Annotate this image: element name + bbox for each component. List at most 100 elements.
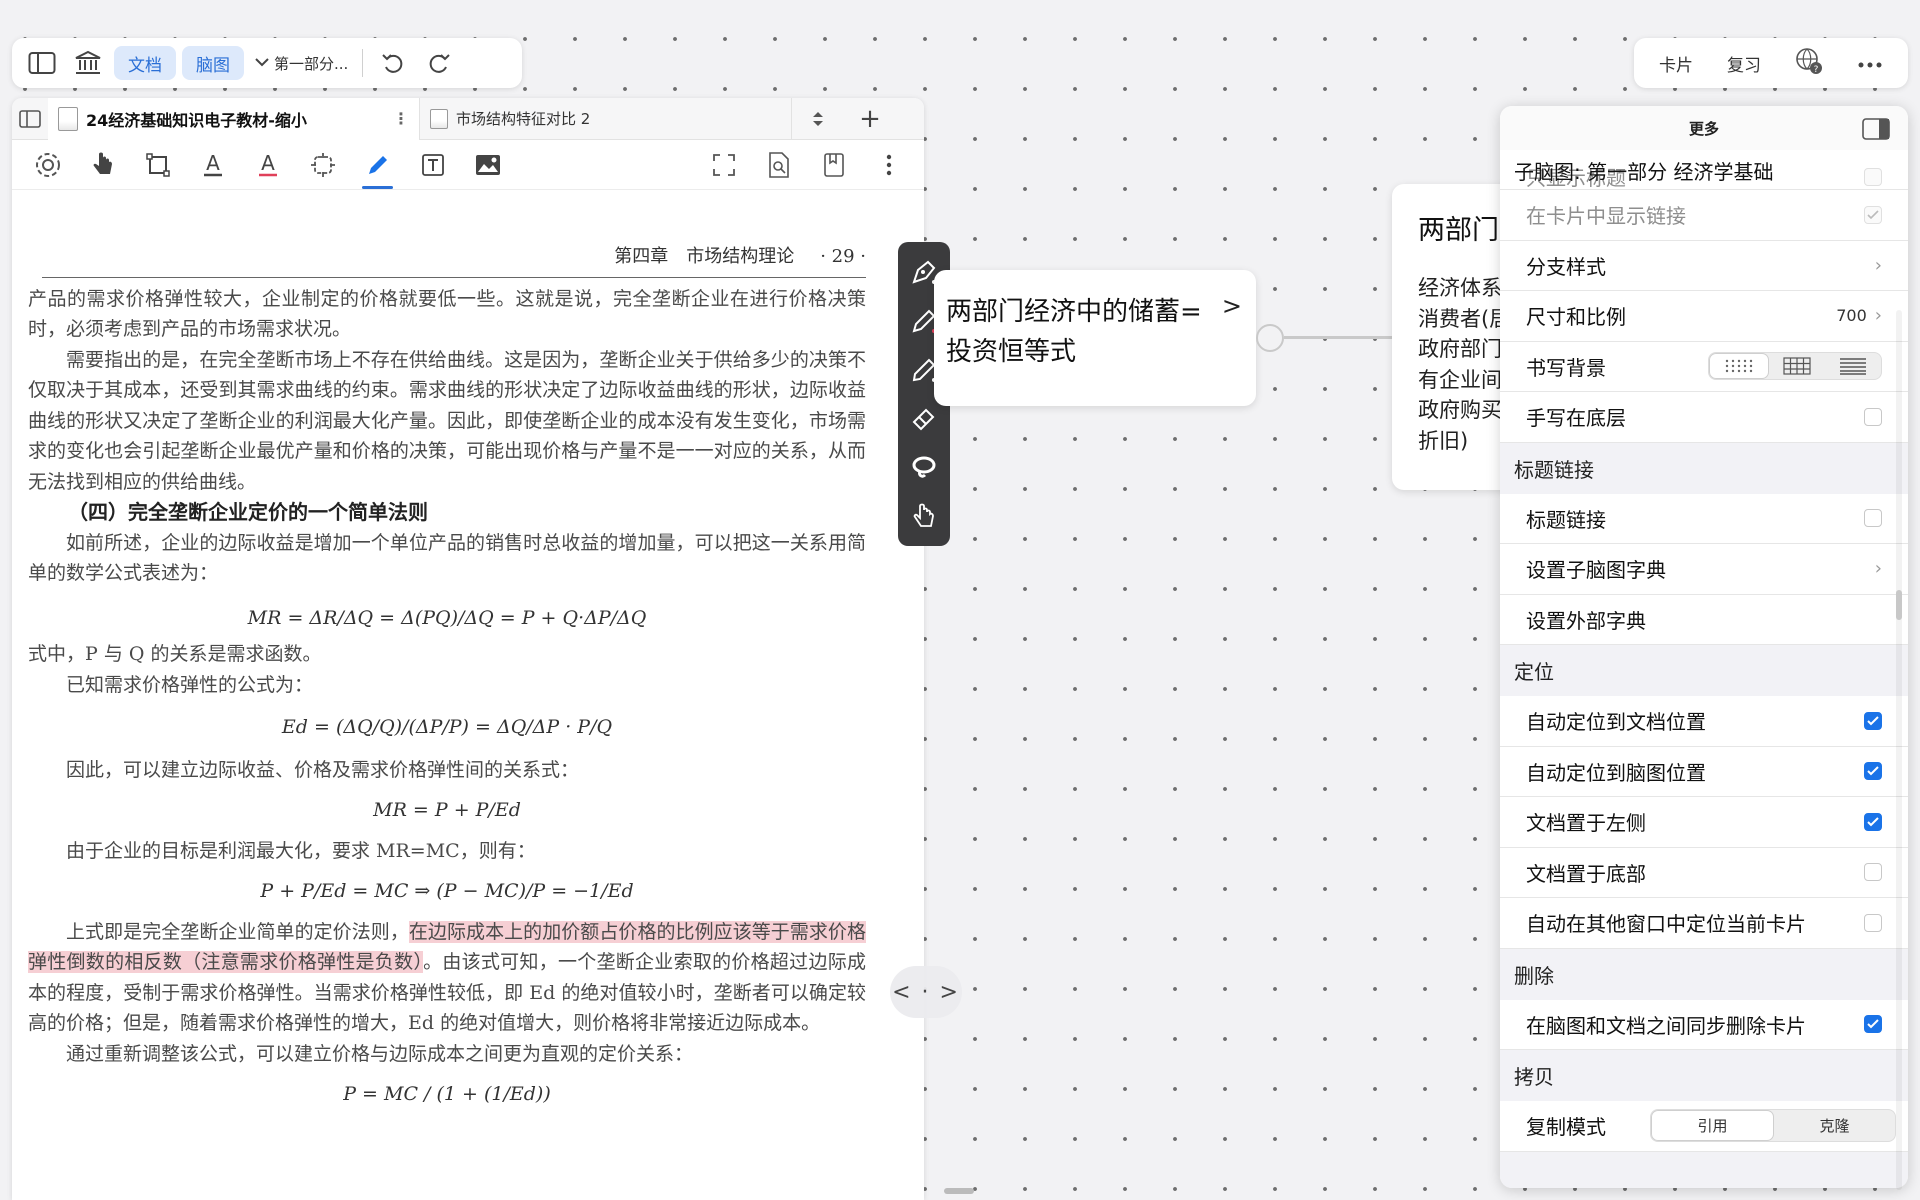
row-locate-other-windows[interactable]: 自动在其他窗口中定位当前卡片 bbox=[1500, 898, 1908, 949]
tab-menu-icon[interactable]: ⋮ bbox=[393, 109, 409, 128]
card-button[interactable]: 卡片 bbox=[1659, 51, 1693, 76]
row-doc-bottom[interactable]: 文档置于底部 bbox=[1500, 847, 1908, 898]
row-label: 自动在其他窗口中定位当前卡片 bbox=[1526, 912, 1806, 937]
row-sync-delete[interactable]: 在脑图和文档之间同步删除卡片 bbox=[1500, 999, 1908, 1050]
bookmark-icon[interactable] bbox=[806, 143, 861, 187]
search-document-icon[interactable] bbox=[751, 143, 806, 187]
eraser-icon[interactable] bbox=[904, 398, 944, 438]
checkbox-checked[interactable] bbox=[1864, 762, 1882, 781]
more-options-icon[interactable] bbox=[1857, 54, 1883, 73]
settings-icon[interactable] bbox=[20, 143, 75, 187]
file-thumbnail-icon bbox=[58, 106, 78, 131]
document-panel: 24经济基础知识电子教材-缩小 ⋮ 市场结构特征对比 2 + A A 第四章 市… bbox=[12, 98, 924, 1200]
pen-tool-icon[interactable] bbox=[350, 143, 405, 189]
web-help-icon[interactable]: ? bbox=[1795, 47, 1823, 79]
row-label: 自动定位到脑图位置 bbox=[1526, 760, 1706, 785]
fullscreen-icon[interactable] bbox=[696, 143, 751, 187]
panel-title: 更多 bbox=[1688, 119, 1719, 138]
text-box-icon[interactable] bbox=[405, 143, 460, 187]
group-copy: 拷贝 bbox=[1514, 1065, 1554, 1089]
undo-icon[interactable] bbox=[373, 43, 413, 83]
add-tab-icon[interactable]: + bbox=[844, 104, 896, 134]
tab-document-1[interactable]: 24经济基础知识电子教材-缩小 ⋮ bbox=[48, 98, 420, 140]
row-external-dictionary[interactable]: 设置外部字典 bbox=[1500, 594, 1908, 645]
copy-mode-reference[interactable]: 引用 bbox=[1651, 1110, 1774, 1142]
chevron-right-icon: › bbox=[1874, 558, 1882, 580]
submap-title: 子脑图: 第一部分 经济学基础 bbox=[1514, 160, 1774, 184]
checkbox[interactable] bbox=[1864, 913, 1882, 932]
checkbox[interactable] bbox=[1864, 407, 1882, 426]
checkbox-checked[interactable] bbox=[1864, 812, 1882, 831]
sidebar-toggle-icon[interactable] bbox=[1862, 118, 1890, 144]
more-vertical-icon[interactable] bbox=[861, 143, 916, 187]
chapter-title: 第四章 市场结构理论 bbox=[614, 246, 795, 267]
page-header: 第四章 市场结构理论 · 29 · bbox=[42, 190, 866, 278]
redo-icon[interactable] bbox=[419, 43, 459, 83]
hand-pointer-icon[interactable] bbox=[75, 143, 130, 187]
mindmap-selector-label: 第一部分... bbox=[274, 54, 349, 73]
row-size-scale[interactable]: 尺寸和比例 700 › bbox=[1500, 291, 1908, 342]
mindmap-selector[interactable]: 第一部分... bbox=[250, 53, 352, 74]
panel-nav-toggle[interactable]: < · > bbox=[890, 966, 962, 1018]
tab-document-2[interactable]: 市场结构特征对比 2 bbox=[420, 98, 792, 140]
row-label: 文档置于底部 bbox=[1526, 861, 1646, 886]
document-page: 第四章 市场结构理论 · 29 · 产品的需求价格弹性较大，企业制定的价格就要低… bbox=[12, 190, 924, 1110]
row-label: 书写背景 bbox=[1526, 355, 1606, 380]
page-number: · 29 · bbox=[820, 246, 866, 267]
row-title-link[interactable]: 标题链接 bbox=[1500, 493, 1908, 544]
divider bbox=[362, 49, 364, 77]
text-highlight-icon[interactable]: A bbox=[185, 143, 240, 187]
more-panel-header: 更多 bbox=[1500, 106, 1908, 150]
row-doc-left[interactable]: 文档置于左侧 bbox=[1500, 797, 1908, 848]
sort-tabs-icon[interactable] bbox=[792, 110, 844, 128]
dot-grid-icon[interactable] bbox=[1709, 353, 1769, 380]
square-grid-icon[interactable] bbox=[1769, 353, 1825, 379]
row-label: 文档置于左侧 bbox=[1526, 811, 1646, 836]
mindmap-mode-button[interactable]: 脑图 bbox=[182, 46, 244, 80]
row-show-link[interactable]: 在卡片中显示链接 bbox=[1500, 190, 1908, 241]
panel-layout-icon[interactable] bbox=[12, 98, 48, 141]
row-branch-style[interactable]: 分支样式 › bbox=[1500, 240, 1908, 291]
review-button[interactable]: 复习 bbox=[1727, 51, 1761, 76]
group-locate: 定位 bbox=[1514, 660, 1554, 684]
lined-paper-icon[interactable] bbox=[1825, 353, 1881, 379]
text-color-icon[interactable]: A bbox=[240, 143, 295, 187]
sidebar-icon[interactable] bbox=[22, 43, 62, 83]
connector-line bbox=[1284, 336, 1394, 339]
chevron-down-icon bbox=[254, 54, 270, 72]
hand-scroll-icon[interactable] bbox=[904, 496, 944, 536]
scrollbar-thumb[interactable] bbox=[1896, 590, 1902, 620]
row-label: 设置子脑图字典 bbox=[1526, 558, 1666, 583]
checkbox[interactable] bbox=[1864, 205, 1882, 224]
select-rect-icon[interactable] bbox=[130, 143, 185, 187]
more-panel: 更多 子脑图: 第一部分 经济学基础 只显示标题 在卡片中显示链接 分支样式 ›… bbox=[1500, 106, 1908, 1188]
formula: MR = ΔR/ΔQ = Δ(PQ)/ΔQ = P + Q·ΔP/ΔQ bbox=[247, 606, 647, 629]
row-write-bottom-layer[interactable]: 手写在底层 bbox=[1500, 392, 1908, 443]
connector-handle[interactable] bbox=[1256, 324, 1284, 352]
resize-handle[interactable] bbox=[944, 1188, 974, 1194]
row-label: 手写在底层 bbox=[1526, 406, 1626, 431]
chevron-right-icon[interactable]: > bbox=[1222, 286, 1242, 326]
row-submap-dictionary[interactable]: 设置子脑图字典 › bbox=[1500, 544, 1908, 595]
checkbox[interactable] bbox=[1864, 863, 1882, 882]
document-tabs: 24经济基础知识电子教材-缩小 ⋮ 市场结构特征对比 2 + bbox=[12, 98, 924, 140]
paragraph-text: 上式即是完全垄断企业简单的定价法则， bbox=[66, 920, 409, 943]
library-icon[interactable] bbox=[68, 43, 108, 83]
right-toolbar: 卡片 复习 ? bbox=[1634, 38, 1908, 88]
paragraph: 通过重新调整该公式，可以建立价格与边际成本之间更为直观的定价关系： bbox=[66, 1042, 694, 1065]
row-auto-locate-doc[interactable]: 自动定位到文档位置 bbox=[1500, 696, 1908, 747]
row-auto-locate-map[interactable]: 自动定位到脑图位置 bbox=[1500, 746, 1908, 797]
doc-mode-button[interactable]: 文档 bbox=[114, 46, 176, 80]
image-icon[interactable] bbox=[460, 143, 515, 187]
paragraph: 式中，P 与 Q 的关系是需求函数。 bbox=[28, 643, 322, 665]
mindmap-card[interactable]: 两部门经济中的储蓄=投资恒等式 > bbox=[934, 270, 1256, 406]
checkbox-checked[interactable] bbox=[1864, 711, 1882, 730]
checkbox-checked[interactable] bbox=[1864, 1015, 1882, 1034]
checkbox[interactable] bbox=[1864, 509, 1882, 528]
formula: P = MC / (1 + (1/Ed)) bbox=[343, 1083, 551, 1105]
paragraph: 产品的需求价格弹性较大，企业制定的价格就要低一些。这就是说，完全垄断企业在进行价… bbox=[28, 287, 866, 341]
lasso-icon[interactable] bbox=[904, 447, 944, 487]
copy-mode-clone[interactable]: 克隆 bbox=[1774, 1110, 1895, 1141]
crop-expand-icon[interactable] bbox=[295, 143, 350, 187]
group-title-link: 标题链接 bbox=[1514, 457, 1594, 482]
